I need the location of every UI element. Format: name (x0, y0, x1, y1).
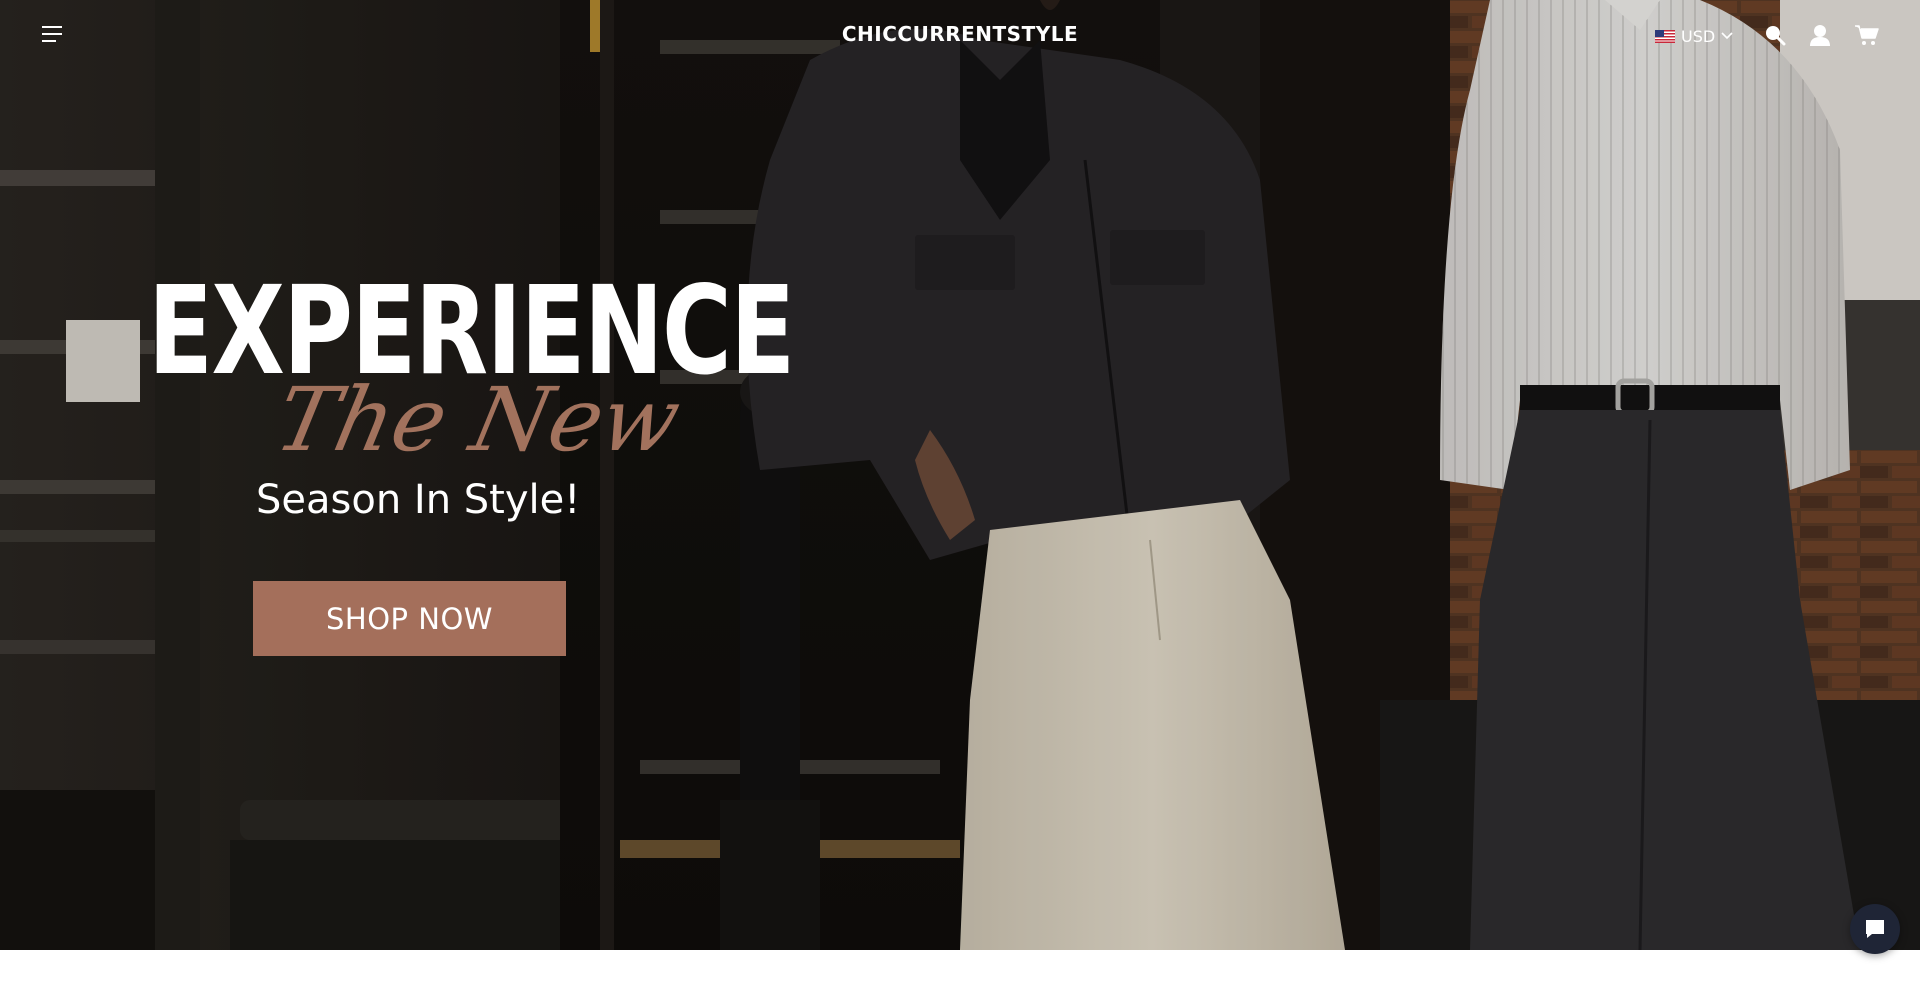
currency-label: USD (1681, 26, 1716, 46)
search-icon[interactable] (1764, 24, 1786, 46)
us-flag-icon (1655, 29, 1675, 43)
hamburger-menu-icon[interactable] (42, 26, 64, 44)
hero-subline: Season In Style! (256, 477, 581, 523)
shop-now-button[interactable]: SHOP NOW (253, 581, 566, 656)
currency-selector[interactable]: USD (1655, 25, 1733, 47)
cart-icon[interactable] (1855, 24, 1879, 46)
hero-script-line: The New (267, 368, 689, 471)
account-icon[interactable] (1808, 24, 1832, 46)
chevron-down-icon (1721, 32, 1733, 40)
brand-logo[interactable]: CHICCURRENTSTYLE (760, 22, 1160, 46)
chat-widget-button[interactable] (1850, 904, 1900, 954)
chat-bubble-icon (1866, 920, 1884, 938)
hero-banner: CHICCURRENTSTYLE USD EXPERIENCE The New … (0, 0, 1920, 950)
site-header: CHICCURRENTSTYLE USD (0, 0, 1920, 72)
hero-background-image (0, 0, 1920, 950)
